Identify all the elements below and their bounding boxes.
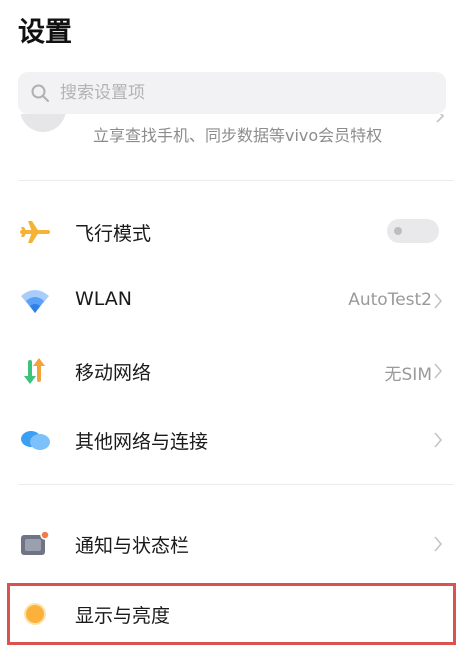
avatar — [20, 114, 66, 132]
divider — [18, 484, 454, 485]
settings-item-label: WLAN — [75, 288, 133, 310]
airplane-icon — [20, 221, 50, 243]
settings-item-label: 飞行模式 — [75, 223, 152, 245]
search-input[interactable] — [60, 83, 400, 103]
mobile-data-icon — [24, 358, 45, 384]
divider — [18, 180, 454, 181]
airplane-mode-toggle[interactable] — [387, 219, 439, 243]
chevron-right-icon — [434, 432, 443, 448]
account-row[interactable]: 立享查找手机、同步数据等vivo会员特权 — [0, 114, 472, 154]
settings-item-wlan[interactable]: WLAN AutoTest2 — [0, 271, 472, 331]
settings-item-notifications[interactable]: 通知与状态栏 — [0, 514, 472, 574]
toggle-knob — [394, 227, 402, 235]
settings-item-mobile-network[interactable]: 移动网络 无SIM — [0, 341, 472, 401]
notification-icon — [21, 530, 50, 555]
chevron-right-icon — [434, 293, 443, 309]
connections-icon — [21, 431, 50, 450]
chevron-right-icon — [434, 536, 443, 552]
sim-status: 无SIM — [384, 365, 432, 385]
page-title: 设置 — [18, 17, 72, 48]
wifi-icon — [21, 290, 49, 313]
settings-item-other-networks[interactable]: 其他网络与连接 — [0, 410, 472, 470]
wlan-network-name: AutoTest2 — [348, 290, 432, 310]
search-icon — [31, 84, 49, 102]
chevron-right-icon — [436, 114, 445, 123]
search-bar[interactable] — [18, 72, 446, 114]
settings-item-label: 其他网络与连接 — [75, 431, 209, 453]
chevron-right-icon — [434, 363, 443, 379]
settings-item-label: 通知与状态栏 — [75, 535, 190, 557]
highlight-box — [7, 583, 456, 645]
settings-item-label: 移动网络 — [75, 362, 152, 384]
account-subtitle: 立享查找手机、同步数据等vivo会员特权 — [93, 126, 383, 145]
